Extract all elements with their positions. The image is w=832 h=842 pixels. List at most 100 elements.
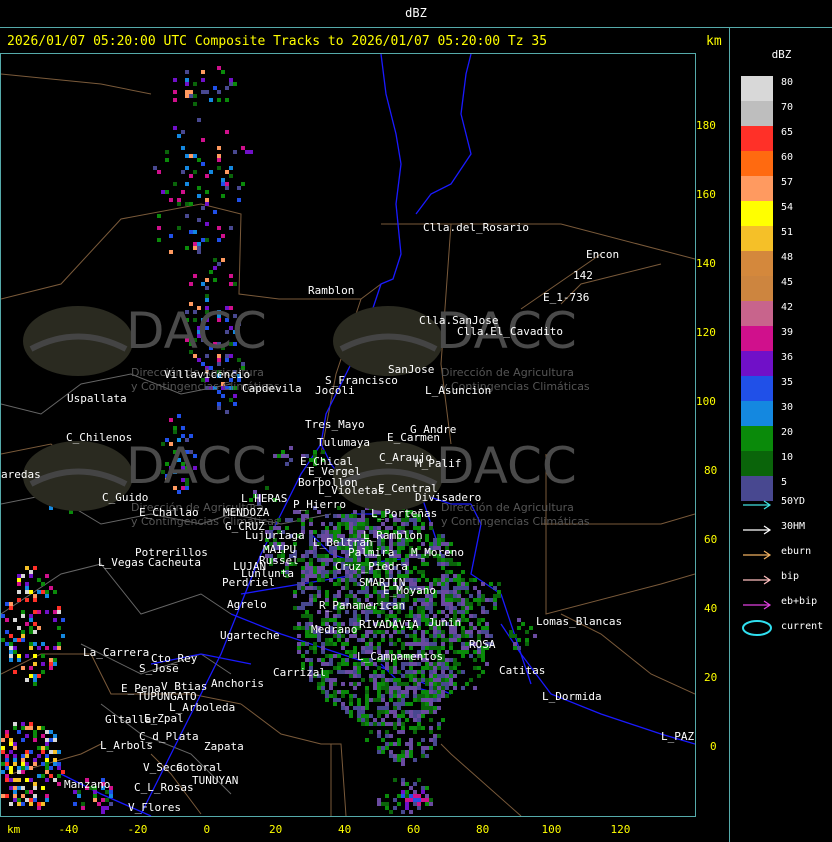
place-label: aredas xyxy=(1,468,41,481)
track-legend-item: current xyxy=(741,620,831,637)
place-label: L_Porteñas xyxy=(371,507,438,520)
legend-value: 45 xyxy=(781,277,794,288)
legend-swatch xyxy=(741,326,773,351)
legend-panel: dBZ 80 70 65 60 57 54 51 48 45 42 39 36 35 30 20 10 5 50… xyxy=(731,28,832,842)
place-label: L_Asuncion xyxy=(425,384,492,397)
x-tick-label: 80 xyxy=(476,823,490,836)
dacc-logo-icon xyxy=(23,306,133,376)
place-label: Clla.del_Rosario xyxy=(423,221,529,234)
legend-value: 20 xyxy=(781,427,794,438)
place-label: RIVADAVIA xyxy=(359,618,419,631)
legend-swatch xyxy=(741,201,773,226)
y-tick-label: 0 xyxy=(710,740,717,753)
legend-value: 80 xyxy=(781,77,794,88)
place-label: E_Zpal xyxy=(144,712,184,725)
place-label: Medrano xyxy=(311,623,358,636)
x-axis-unit: km xyxy=(7,823,21,836)
place-label: Tres_Mayo xyxy=(305,418,365,431)
place-label: Cruz_Piedra xyxy=(335,560,408,573)
legend-title: dBZ xyxy=(771,48,792,61)
place-label: 142 xyxy=(573,269,593,282)
place-label: V_Flores xyxy=(128,801,181,814)
place-label: Manzano xyxy=(64,778,111,791)
y-axis-unit: km xyxy=(706,34,722,49)
legend-swatch xyxy=(741,176,773,201)
legend-value: 60 xyxy=(781,152,794,163)
y-tick-label: 20 xyxy=(704,671,718,684)
place-label: Cotoral xyxy=(176,761,223,774)
legend-divider xyxy=(729,28,730,842)
legend-swatch xyxy=(741,126,773,151)
place-label: C_Chilenos xyxy=(66,431,133,444)
legend-value: 39 xyxy=(781,327,794,338)
radar-map[interactable]: DACC Dirección de Agricultura y Continge… xyxy=(0,53,696,817)
y-tick-label: 140 xyxy=(696,257,716,270)
place-label: TUNUYAN xyxy=(192,774,239,787)
track-legend-item: eb+bip xyxy=(741,596,831,612)
track-label: 50YD xyxy=(781,496,806,507)
y-tick-label: 160 xyxy=(696,188,716,201)
legend-swatch xyxy=(741,426,773,451)
place-label: Junin xyxy=(428,616,462,629)
composite-title: 2026/01/07 05:20:00 UTC Composite Tracks… xyxy=(7,34,548,49)
units-label: dBZ xyxy=(405,6,427,20)
place-label: Tulumaya xyxy=(317,436,370,449)
place-label: M_Palif xyxy=(415,457,462,470)
track-label: 30HM xyxy=(781,521,806,532)
legend-swatch xyxy=(741,451,773,476)
place-label: L_Campamentos xyxy=(357,650,444,663)
x-tick-label: -40 xyxy=(58,823,79,836)
legend-swatch xyxy=(741,301,773,326)
place-label: Palmira xyxy=(348,546,395,559)
watermark-line1: Dirección de Agricultura xyxy=(441,366,574,379)
legend-value: 65 xyxy=(781,127,794,138)
y-tick-label: 180 xyxy=(696,119,716,132)
legend-value: 57 xyxy=(781,177,794,188)
legend-swatch xyxy=(741,151,773,176)
legend-value: 51 xyxy=(781,227,794,238)
place-label: E_1-736 xyxy=(543,291,590,304)
place-label: Divisadero xyxy=(415,491,482,504)
legend-value: 48 xyxy=(781,252,794,263)
y-tick-label: 100 xyxy=(696,395,716,408)
place-label: Lomas_Blancas xyxy=(536,615,623,628)
track-legend-item: bip xyxy=(741,571,831,587)
y-tick-label: 40 xyxy=(704,602,718,615)
legend-swatch xyxy=(741,401,773,426)
y-tick-label: 120 xyxy=(696,326,716,339)
track-label: eb+bip xyxy=(781,596,818,607)
legend-swatch xyxy=(741,351,773,376)
place-label: Ugarteche xyxy=(220,629,280,642)
place-label: Catitas xyxy=(499,664,546,677)
place-label: S_Jose xyxy=(139,662,179,675)
place-label: SanJose xyxy=(388,363,435,376)
x-tick-label: 40 xyxy=(338,823,352,836)
watermark-name: DACC xyxy=(126,302,267,360)
place-label: L_Violetas xyxy=(318,484,385,497)
x-tick-label: 120 xyxy=(610,823,631,836)
legend-value: 30 xyxy=(781,402,794,413)
legend-value: 70 xyxy=(781,102,794,113)
place-label: ROSA xyxy=(469,638,496,651)
track-label: current xyxy=(781,621,824,632)
legend-value: 10 xyxy=(781,452,794,463)
x-axis: km -40 -20 0 20 40 60 80 100 120 xyxy=(0,816,730,842)
place-label: L_Arbols xyxy=(100,739,153,752)
legend-swatch xyxy=(741,376,773,401)
place-label: Ramblon xyxy=(308,284,355,297)
place-label: La_Carrera xyxy=(83,646,150,659)
place-label: MENDOZA xyxy=(223,506,270,519)
watermark-name: DACC xyxy=(126,437,267,495)
track-legend-item: eburn xyxy=(741,546,831,562)
x-tick-label: 0 xyxy=(203,823,211,836)
place-label: E_Challao xyxy=(139,506,199,519)
place-label: P_Hierro xyxy=(293,498,346,511)
place-label: Encon xyxy=(586,248,620,261)
place-label: Cacheuta xyxy=(148,556,201,569)
legend-value: 42 xyxy=(781,302,794,313)
place-label: Carrizal xyxy=(273,666,326,679)
track-legend-item: 30HM xyxy=(741,521,831,537)
x-tick-label: 100 xyxy=(541,823,562,836)
track-label: bip xyxy=(781,571,800,582)
legend-value: 54 xyxy=(781,202,794,213)
